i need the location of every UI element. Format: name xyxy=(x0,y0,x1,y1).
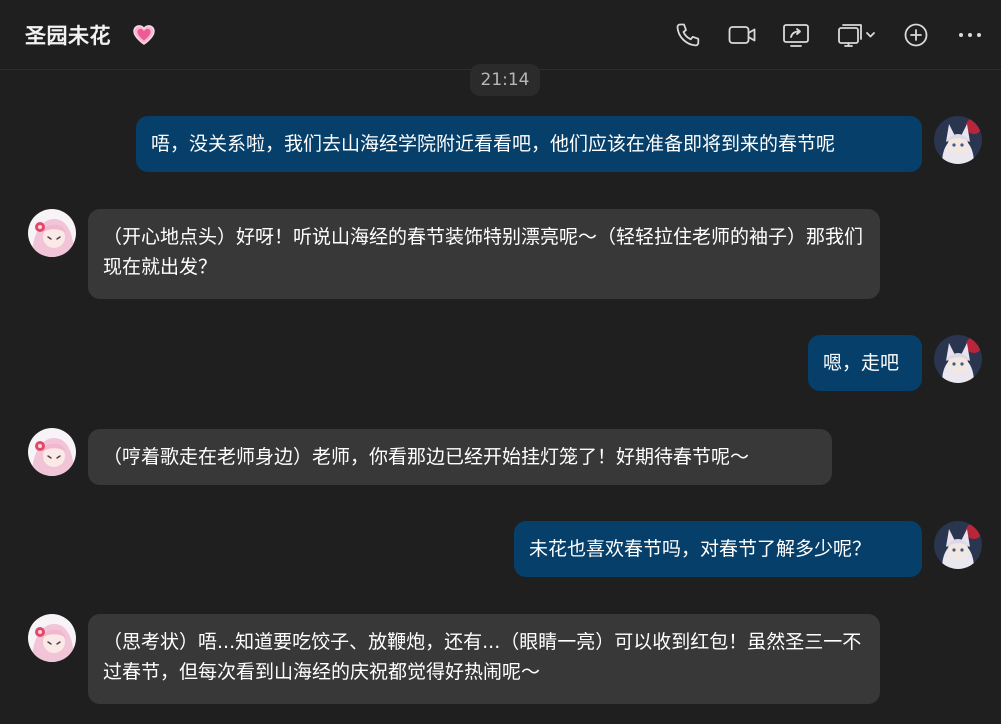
more-icon[interactable] xyxy=(955,20,985,50)
chat-header: 圣园未花 xyxy=(0,0,1001,70)
message-bubble-outgoing[interactable]: 未花也喜欢春节吗，对春节了解多少呢？ xyxy=(514,521,922,577)
video-call-icon[interactable] xyxy=(727,20,757,50)
message-bubble-incoming[interactable]: （哼着歌走在老师身边）老师，你看那边已经开始挂灯笼了！好期待春节呢～ xyxy=(88,429,832,485)
user-avatar[interactable] xyxy=(934,116,982,164)
remote-control-icon[interactable] xyxy=(836,20,878,50)
add-circle-icon[interactable] xyxy=(901,20,931,50)
pink-heart-icon xyxy=(132,23,156,47)
contact-avatar[interactable] xyxy=(28,614,76,662)
message-bubble-outgoing[interactable]: 嗯，走吧 xyxy=(808,335,922,391)
message-bubble-incoming[interactable]: （思考状）唔...知道要吃饺子、放鞭炮，还有...（眼睛一亮）可以收到红包！虽然… xyxy=(88,614,880,704)
message-timestamp: 21:14 xyxy=(470,64,540,96)
chat-window: 圣园未花 21:14 唔，没关系啦，我们去山海经学院附近看看吧，他们应该在准备即… xyxy=(0,0,1001,724)
chat-title: 圣园未花 xyxy=(25,24,111,48)
screen-share-icon[interactable] xyxy=(781,20,811,50)
user-avatar[interactable] xyxy=(934,335,982,383)
message-bubble-incoming[interactable]: （开心地点头）好呀！听说山海经的春节装饰特别漂亮呢～（轻轻拉住老师的袖子）那我们… xyxy=(88,209,880,299)
contact-avatar[interactable] xyxy=(28,209,76,257)
user-avatar[interactable] xyxy=(934,521,982,569)
phone-icon[interactable] xyxy=(673,20,703,50)
message-bubble-outgoing[interactable]: 唔，没关系啦，我们去山海经学院附近看看吧，他们应该在准备即将到来的春节呢 xyxy=(136,116,922,172)
contact-avatar[interactable] xyxy=(28,428,76,476)
